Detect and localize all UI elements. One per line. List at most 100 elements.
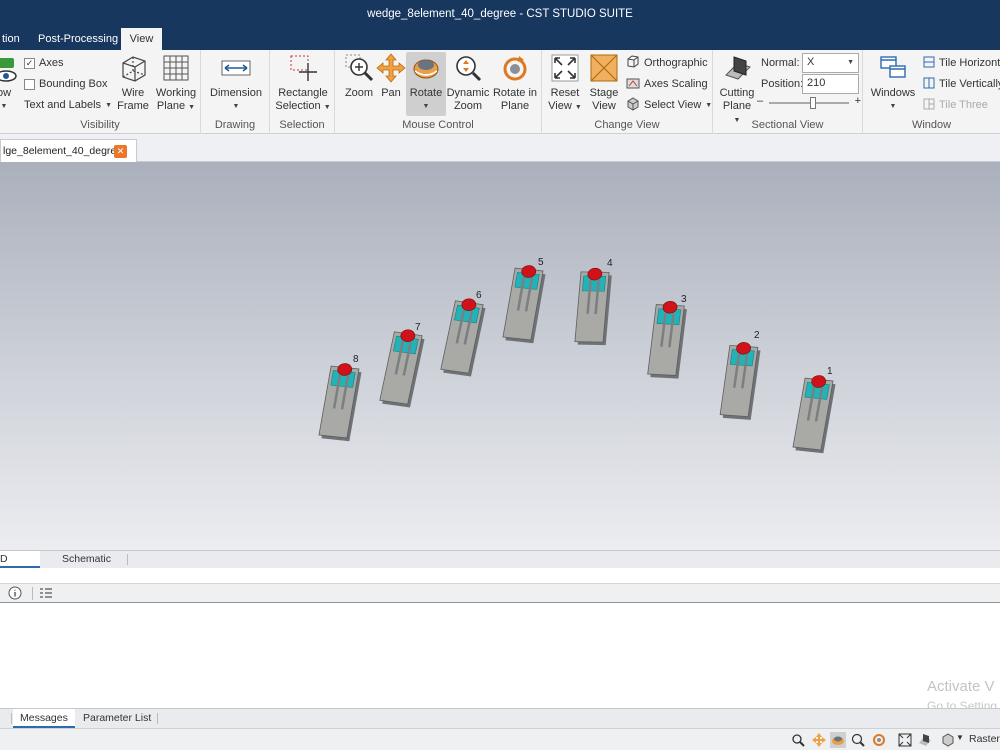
group-sectional-view: Cutting Plane ▼ Normal: X ▼ Position: 21… — [713, 50, 863, 134]
stage-view-icon — [588, 52, 620, 84]
normal-value: X — [807, 56, 815, 68]
antenna-element[interactable] — [502, 264, 546, 344]
tab-parameter-list[interactable]: Parameter List — [76, 709, 158, 728]
show-button[interactable]: ow ▼ — [0, 52, 17, 113]
show-label: ow — [0, 87, 12, 99]
chevron-down-icon: ▼ — [0, 103, 8, 110]
wire-frame-button[interactable]: Wire Frame — [115, 52, 151, 113]
antenna-number-label: 3 — [681, 294, 687, 305]
cutting-plane-label: Plane — [722, 100, 752, 112]
cutting-plane-button[interactable]: Cutting Plane ▼ — [718, 52, 756, 127]
dynamic-zoom-button[interactable]: Dynamic Zoom — [446, 52, 490, 113]
list-filter-icon[interactable] — [38, 585, 54, 601]
tab-post-processing[interactable]: Post-Processing — [30, 28, 126, 50]
rotate-in-label: Rotate in — [492, 87, 538, 99]
select-view-dropdown[interactable]: Select View ▼ — [626, 96, 712, 114]
group-drawing: Dimension ▼ Drawing — [201, 50, 270, 134]
axes-checkbox[interactable]: ✓ Axes — [24, 54, 63, 72]
antenna-element[interactable] — [574, 267, 613, 346]
reset-view-icon — [549, 52, 581, 84]
stage-view-button[interactable]: Stage View — [586, 52, 622, 113]
tab-hidden[interactable] — [0, 709, 8, 728]
working-plane-button[interactable]: Working Plane ▼ — [154, 52, 198, 114]
reset-view-button[interactable]: Reset View ▼ — [547, 52, 583, 114]
antenna-element[interactable] — [440, 297, 487, 377]
antenna-number-label: 1 — [827, 366, 833, 377]
bounding-box-checkbox[interactable]: Bounding Box — [24, 75, 108, 93]
tile-vertical-label: Tile Vertically — [939, 78, 1000, 90]
axes-scaling-button[interactable]: Axes Scaling — [626, 75, 708, 93]
orthographic-label: Orthographic — [644, 57, 708, 69]
orthographic-button[interactable]: Orthographic — [626, 54, 708, 72]
document-tab[interactable]: lge_8element_40_degree* ✕ — [0, 139, 137, 162]
info-icon[interactable] — [7, 585, 23, 601]
tab-divider — [127, 554, 128, 565]
grid-plane-icon — [160, 52, 192, 84]
text-labels-label: Text and Labels — [24, 99, 102, 111]
tab-schematic[interactable]: Schematic — [56, 551, 117, 568]
blank-strip — [0, 568, 1000, 584]
group-selection: Rectangle Selection ▼ Selection — [270, 50, 335, 134]
tile-horizontal-button[interactable]: Tile Horizont — [923, 54, 1000, 72]
chevron-down-icon: ▼ — [232, 103, 240, 110]
view-label-row: View ▼ — [547, 100, 583, 114]
fit-view-status-icon[interactable] — [897, 732, 913, 748]
3d-viewport[interactable]: 1 2 3 4 5 6 7 8 — [0, 162, 1000, 550]
status-bar: ▼ Raster — [0, 728, 1000, 750]
tab-messages[interactable]: Messages — [13, 709, 75, 728]
dynamic-zoom-status-icon[interactable] — [850, 732, 866, 748]
rotate-in-plane-button[interactable]: Rotate in Plane — [491, 52, 539, 113]
tab-divider — [11, 713, 12, 724]
rectangle-selection-button[interactable]: Rectangle Selection ▼ — [274, 52, 332, 114]
group-visibility: ow ▼ ✓ Axes Bounding Box Text and Labels… — [0, 50, 201, 134]
group-label-mouse-control: Mouse Control — [402, 119, 474, 131]
cutting-label: Cutting — [719, 87, 755, 99]
antenna-element[interactable] — [318, 362, 362, 442]
chevron-down-icon: ▼ — [105, 101, 112, 109]
antenna-element[interactable] — [647, 300, 687, 379]
working-plane-label: Working — [155, 87, 197, 99]
tab-3d[interactable]: D — [0, 551, 40, 568]
antenna-element[interactable] — [719, 341, 762, 420]
bounding-box-label: Bounding Box — [39, 78, 108, 90]
cutting-plane-icon — [721, 52, 753, 84]
pan-button[interactable]: Pan — [375, 52, 407, 100]
cutting-plane-status-icon[interactable] — [917, 732, 933, 748]
tab-view[interactable]: View — [121, 28, 162, 50]
slider-thumb[interactable] — [810, 97, 816, 109]
ribbon: ow ▼ ✓ Axes Bounding Box Text and Labels… — [0, 50, 1000, 134]
position-slider[interactable]: – + — [757, 95, 861, 110]
pan-label: Pan — [381, 87, 401, 99]
rotate-plane-status-icon[interactable] — [871, 732, 887, 748]
close-icon[interactable]: ✕ — [114, 145, 127, 158]
zoom-button[interactable]: Zoom — [341, 52, 377, 100]
select-view-cube-icon — [626, 96, 640, 114]
view-cube-status-icon[interactable] — [940, 732, 956, 748]
chevron-down-icon: ▼ — [574, 104, 582, 111]
tile-vertical-button[interactable]: Tile Vertically — [923, 75, 1000, 93]
tile-vertical-icon — [923, 77, 935, 92]
stage-label: Stage — [589, 87, 619, 99]
tile-three-icon — [923, 98, 935, 113]
antenna-element[interactable] — [379, 328, 426, 408]
messages-panel — [0, 603, 1000, 708]
rotate-status-icon[interactable] — [830, 732, 846, 748]
tile-three-button[interactable]: Tile Three — [923, 96, 988, 114]
text-and-labels-dropdown[interactable]: Text and Labels ▼ — [24, 96, 112, 114]
antenna-element[interactable] — [792, 374, 836, 454]
dimension-button[interactable]: Dimension ▼ — [208, 52, 264, 113]
reset-label: Reset — [550, 87, 580, 99]
rotate-button[interactable]: Rotate ▼ — [406, 52, 446, 116]
chevron-down-icon[interactable]: ▼ — [956, 733, 964, 742]
raster-label[interactable]: Raster — [969, 733, 1000, 745]
tab-simulation[interactable]: tion — [0, 28, 28, 50]
group-label-drawing: Drawing — [214, 119, 256, 131]
antenna-number-label: 4 — [607, 258, 613, 269]
pan-status-icon[interactable] — [811, 732, 827, 748]
tile-three-label: Tile Three — [939, 99, 988, 111]
windows-button[interactable]: Windows ▼ — [869, 52, 917, 113]
normal-select[interactable]: X ▼ — [802, 53, 859, 73]
position-input[interactable]: 210 — [802, 74, 859, 94]
zoom-status-icon[interactable] — [790, 732, 806, 748]
chevron-down-icon: ▼ — [847, 59, 854, 66]
